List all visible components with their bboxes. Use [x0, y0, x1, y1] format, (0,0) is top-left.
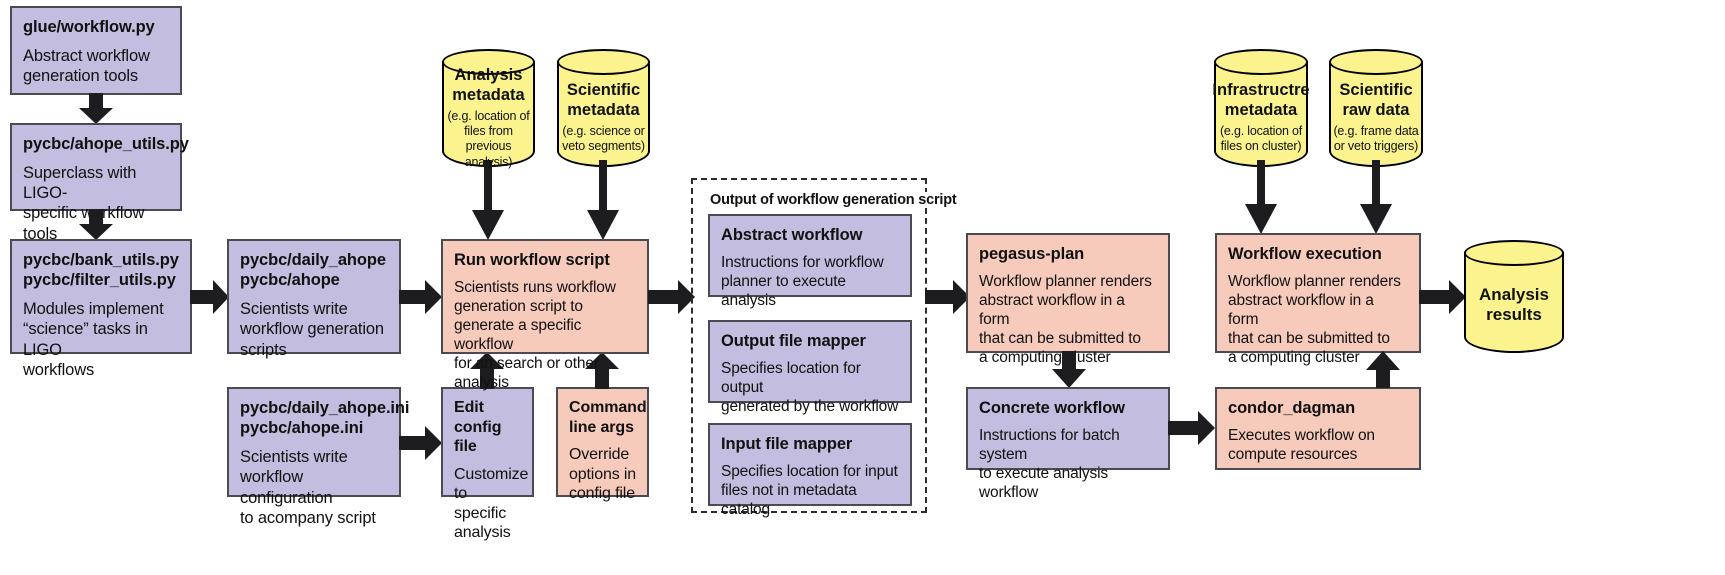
node-concrete-workflow[interactable]: Concrete workflow Instructions for batch…: [966, 387, 1170, 501]
node-workflow-execution[interactable]: Workflow execution Workflow planner rend…: [1215, 233, 1421, 366]
node-title: pegasus-plan: [979, 245, 1085, 263]
cylinder-top: [1214, 49, 1308, 75]
node-body: Modules implement “science” tasks in LIG…: [23, 300, 164, 379]
node-body: Specifies location for output generated …: [721, 360, 899, 415]
cylinder-text: Infrastructre metadata (e.g. location of…: [1212, 75, 1309, 161]
datastore-subtitle: (e.g. location of files from previous an…: [447, 108, 530, 169]
datastore-subtitle: (e.g. science or veto segments): [562, 124, 645, 154]
arrow-scientific-metadata-to-run-script: [585, 208, 621, 241]
node-title: Run workflow script: [454, 251, 610, 269]
node-ahope-utils[interactable]: pycbc/ahope_utils.py Superclass with LIG…: [10, 123, 189, 243]
datastore-infrastructure-metadata[interactable]: Infrastructre metadata (e.g. location of…: [1212, 49, 1310, 167]
node-title: pycbc/daily_ahope.ini pycbc/ahope.ini: [240, 399, 410, 438]
datastore-scientific-raw-data[interactable]: Scientific raw data (e.g. frame data or …: [1329, 49, 1423, 167]
datastore-title: Infrastructre metadata: [1212, 81, 1310, 120]
node-run-workflow-script[interactable]: Run workflow script Scientists runs work…: [441, 239, 649, 391]
node-title: pycbc/daily_ahope pycbc/ahope: [240, 251, 386, 290]
node-title: Workflow execution: [1228, 245, 1382, 263]
datastore-analysis-results[interactable]: Analysis results: [1464, 240, 1564, 353]
node-title: Input file mapper: [721, 435, 853, 453]
node-body: Specifies location for input files not i…: [721, 463, 898, 518]
node-title: Edit config file: [454, 399, 502, 456]
node-title: Output file mapper: [721, 332, 866, 350]
node-edit-config-file[interactable]: Edit config file Customize to specific a…: [441, 387, 534, 541]
node-command-line-args[interactable]: Command line args Override options in co…: [556, 387, 649, 502]
node-ini-files[interactable]: pycbc/daily_ahope.ini pycbc/ahope.ini Sc…: [227, 387, 410, 527]
workflow-diagram: glue/workflow.py Abstract workflow gener…: [0, 0, 1725, 575]
node-body: Scientists runs workflow generation scri…: [454, 279, 616, 391]
node-title: pycbc/ahope_utils.py: [23, 135, 189, 153]
arrow-ahope-utils-to-bank-filter: [76, 209, 116, 241]
datastore-title: Scientific raw data: [1339, 81, 1413, 120]
arrow-daily-ahope-to-run-script: [399, 277, 443, 317]
node-daily-ahope[interactable]: pycbc/daily_ahope pycbc/ahope Scientists…: [227, 239, 401, 359]
cylinder-text: Analysis metadata (e.g. location of file…: [444, 66, 533, 168]
arrow-scientific-raw-data-to-workflow-execution: [1358, 202, 1394, 235]
node-body: Override options in config file: [569, 446, 636, 503]
node-title: Concrete workflow: [979, 399, 1125, 417]
node-abstract-workflow[interactable]: Abstract workflow Instructions for workf…: [708, 214, 912, 309]
node-body: Scientists write workflow generation scr…: [240, 300, 384, 359]
node-condor-dagman[interactable]: condor_dagman Executes workflow on compu…: [1215, 387, 1421, 470]
datastore-subtitle: (e.g. location of files on cluster): [1219, 124, 1303, 154]
node-output-file-mapper[interactable]: Output file mapper Specifies location fo…: [708, 320, 912, 415]
arrow-workflow-execution-to-analysis-results: [1419, 277, 1467, 317]
arrow-bank-filter-to-daily-ahope: [190, 277, 230, 317]
node-title: condor_dagman: [1228, 399, 1356, 417]
cylinder-text: Scientific metadata (e.g. science or vet…: [559, 75, 648, 161]
datastore-title: Analysis results: [1479, 284, 1549, 324]
datastore-scientific-metadata[interactable]: Scientific metadata (e.g. science or vet…: [557, 49, 650, 167]
node-body: Scientists write workflow configuration …: [240, 448, 376, 527]
datastore-analysis-metadata[interactable]: Analysis metadata (e.g. location of file…: [442, 49, 535, 169]
cylinder-top: [1464, 240, 1564, 266]
arrow-pegasus-plan-to-concrete-workflow: [1049, 351, 1089, 389]
cylinder-text: Scientific raw data (e.g. frame data or …: [1331, 75, 1421, 161]
node-body: Instructions for workflow planner to exe…: [721, 254, 884, 309]
node-glue-workflow[interactable]: glue/workflow.py Abstract workflow gener…: [10, 6, 182, 95]
cylinder-top: [1329, 49, 1423, 75]
datastore-subtitle: (e.g. frame data or veto triggers): [1333, 124, 1419, 154]
arrow-analysis-metadata-to-run-script: [470, 208, 506, 241]
cylinder-text: Analysis results: [1466, 266, 1562, 347]
node-title: Abstract workflow: [721, 226, 863, 244]
node-title: glue/workflow.py: [23, 18, 155, 36]
group-workflow-output-label: Output of workflow generation script: [707, 192, 960, 208]
node-body: Abstract workflow generation tools: [23, 47, 150, 86]
datastore-title: Scientific metadata: [566, 81, 641, 120]
node-input-file-mapper[interactable]: Input file mapper Specifies location for…: [708, 423, 912, 518]
node-title: pycbc/bank_utils.py pycbc/filter_utils.p…: [23, 251, 179, 290]
node-body: Executes workflow on compute resources: [1228, 427, 1375, 464]
node-title: Command line args: [569, 399, 647, 436]
arrow-run-script-to-output-group: [648, 277, 696, 317]
node-body: Customize to specific analysis: [454, 465, 529, 542]
arrow-ini-to-edit-config: [399, 424, 443, 462]
node-body: Instructions for batch system to execute…: [979, 427, 1120, 501]
arrow-concrete-workflow-to-condor-dagman: [1168, 409, 1216, 447]
node-bank-filter-utils[interactable]: pycbc/bank_utils.py pycbc/filter_utils.p…: [10, 239, 192, 379]
node-pegasus-plan[interactable]: pegasus-plan Workflow planner renders ab…: [966, 233, 1170, 366]
datastore-title: Analysis metadata: [452, 66, 525, 104]
arrow-condor-dagman-to-workflow-execution: [1363, 351, 1403, 389]
arrow-glue-to-ahope-utils: [76, 93, 116, 125]
cylinder-top: [557, 49, 650, 75]
arrow-output-group-to-pegasus-plan: [925, 277, 971, 317]
arrow-infrastructure-metadata-to-workflow-execution: [1243, 202, 1279, 235]
